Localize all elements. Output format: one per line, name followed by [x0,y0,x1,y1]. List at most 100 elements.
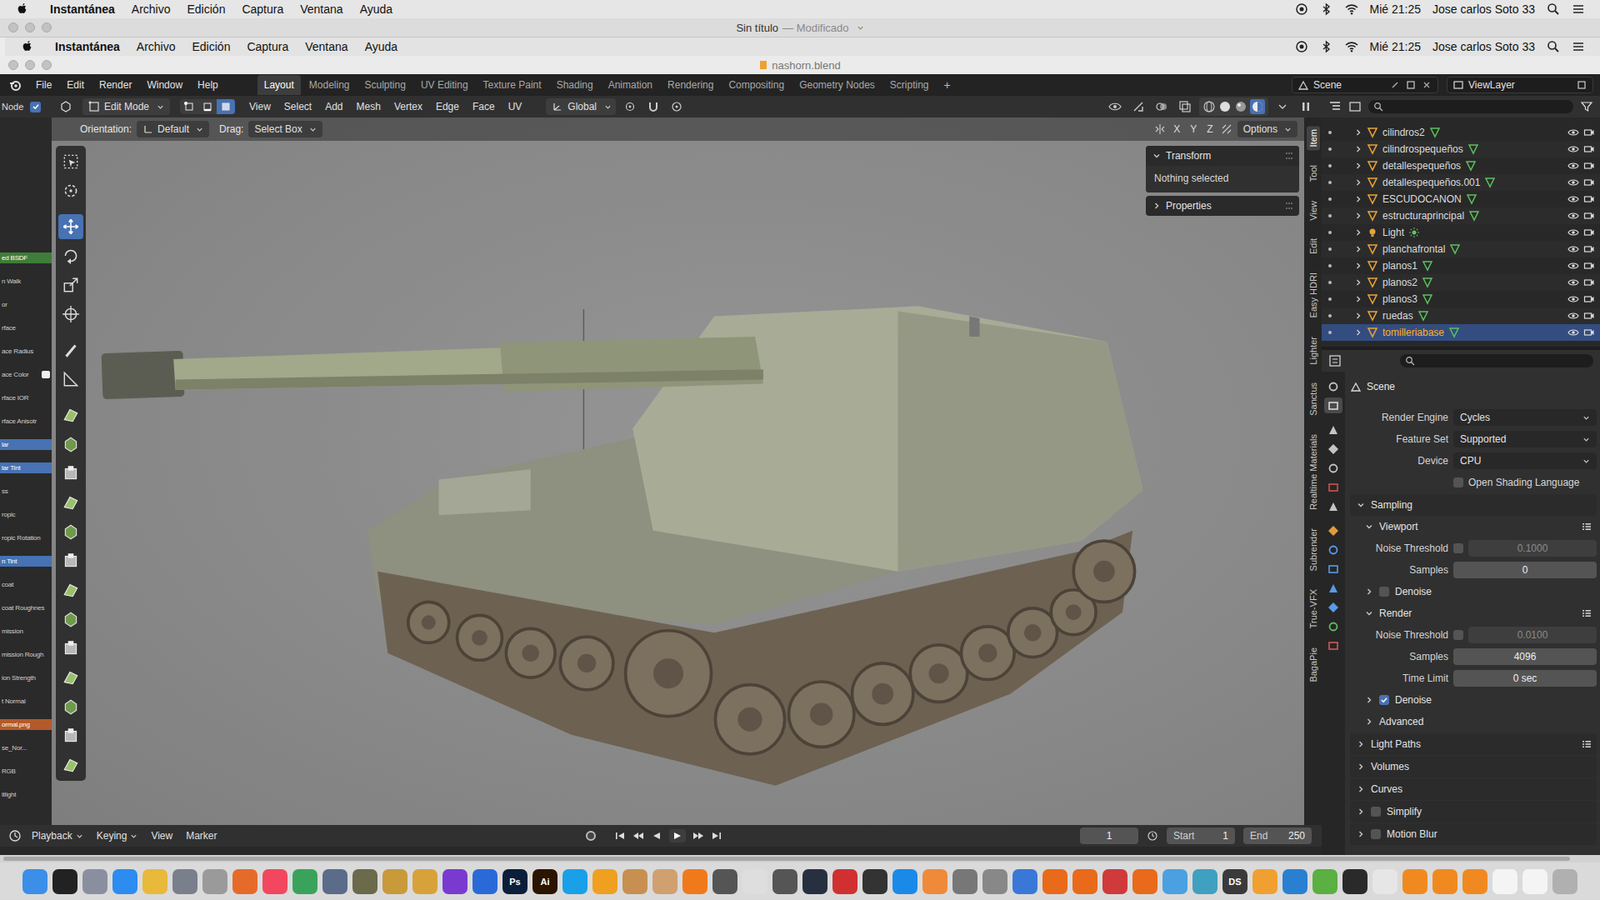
dock-app-icon[interactable] [982,869,1008,895]
mesh-data-icon[interactable] [1421,293,1434,305]
dock-app-icon[interactable] [1042,869,1068,895]
panel-header[interactable]: Render [1350,602,1597,625]
node-socket-label[interactable]: ace Radius [0,345,52,357]
dock-app-icon[interactable] [382,869,408,895]
eye-icon[interactable] [1567,293,1580,305]
chevron-icon[interactable] [1354,178,1363,187]
tool-button[interactable] [58,519,84,545]
panel-header[interactable]: Motion Blur [1350,823,1597,845]
menu-item[interactable]: Edición [192,40,231,54]
clock[interactable]: Mié 21:25 [1370,2,1421,16]
eye-icon[interactable] [1567,143,1580,155]
visibility-icon[interactable] [1108,100,1122,114]
end-frame-field[interactable]: End250 [1243,827,1312,845]
close-button[interactable] [8,60,19,70]
dock-app-icon[interactable] [712,869,738,895]
screenshot-scrollbar[interactable] [0,855,1600,863]
selectable-dot[interactable] [1328,214,1332,218]
apple-logo-icon[interactable] [21,40,34,54]
chevron-icon[interactable] [1354,261,1363,270]
dock-app-icon[interactable] [1132,869,1158,895]
mesh-data-icon[interactable] [1449,243,1461,255]
menu-item[interactable]: Captura [241,2,284,16]
menu-item[interactable]: Archivo [131,2,171,16]
timeline-menu[interactable]: Playback [28,830,87,842]
header-menu-item[interactable]: Add [320,100,347,113]
jump-keyframe-back-icon[interactable] [632,830,645,842]
close-button[interactable] [8,22,19,33]
orientation-dropdown[interactable]: Default [136,120,210,138]
jump-start-icon[interactable] [614,830,626,842]
screen-share-icon[interactable] [1295,40,1309,54]
chevron-icon[interactable] [1354,328,1363,337]
header-menu-item[interactable]: Face [468,100,500,113]
properties-tab[interactable] [1324,618,1343,635]
outliner-row[interactable]: planos2 [1321,274,1600,291]
dock-app-icon[interactable] [802,869,828,895]
node-socket-label[interactable]: RGB [0,765,52,777]
dock-app-icon[interactable] [142,869,168,895]
chevron-icon[interactable] [1365,522,1374,531]
mirror-icon[interactable] [1154,123,1166,135]
tool-button[interactable] [58,301,84,327]
camera-icon[interactable] [1583,260,1595,272]
workspace-tab[interactable]: Compositing [721,75,791,95]
node-editor-header[interactable]: Node [0,101,25,112]
tool-button[interactable] [58,337,84,363]
dock-app-icon[interactable] [1102,869,1128,895]
bluetooth-icon[interactable] [1320,2,1334,16]
node-socket-label[interactable]: coat [0,579,52,590]
eye-icon[interactable] [1567,176,1580,189]
node-socket-label[interactable]: or [0,299,52,310]
bluetooth-icon[interactable] [1320,40,1334,54]
outliner-row[interactable]: planos3 [1321,290,1600,308]
outliner-row[interactable]: cilindrospequeños [1321,140,1600,158]
solid-shading-icon[interactable] [1218,100,1232,114]
camera-icon[interactable] [1583,193,1595,205]
light-data-icon[interactable] [1408,226,1420,239]
select-mode-button[interactable] [180,99,199,115]
user-name[interactable]: Jose carlos Soto 33 [1432,40,1535,54]
dock-app-icon[interactable] [1492,869,1518,895]
dock-app-icon[interactable] [52,869,78,895]
chevron-icon[interactable] [1354,245,1363,254]
node-socket-label[interactable]: lar [0,439,52,450]
dock-app-icon[interactable] [622,869,648,895]
workspace-tab[interactable]: Scripting [883,75,936,95]
app-menu[interactable]: Instantánea [50,2,115,16]
mesh-data-icon[interactable] [1417,310,1430,322]
selectable-dot[interactable] [1328,297,1332,301]
node-socket-label[interactable]: ed BSDF [0,252,52,264]
workspace-tab[interactable]: Rendering [660,75,720,95]
sidebar-tab[interactable]: Realtime Materials [1306,430,1320,514]
outliner-row[interactable]: detallespequeños [1321,157,1600,175]
section-header[interactable]: Transform [1145,145,1300,166]
current-frame-field[interactable]: 1 [1080,827,1139,845]
rendered-shading-button[interactable] [1250,99,1265,115]
outliner-row[interactable]: ESCUDOCANON [1321,190,1600,208]
node-socket-label[interactable]: mission Rough [0,649,52,660]
camera-icon[interactable] [1583,276,1595,289]
mode-dropdown[interactable]: Edit Mode [82,98,170,115]
dock-app-icon[interactable] [112,869,138,895]
eye-icon[interactable] [1567,243,1580,255]
eye-icon[interactable] [1567,126,1580,139]
clock[interactable]: Mié 21:25 [1370,40,1421,54]
selectable-dot[interactable] [1328,180,1332,185]
play-button[interactable] [669,829,686,843]
timeline-menu[interactable]: Keying [93,830,142,842]
search-icon[interactable] [1546,2,1560,16]
dock-app-icon[interactable] [232,869,258,895]
sidebar-tab[interactable]: View [1306,197,1320,225]
display-mode-icon[interactable] [1348,100,1362,114]
sidebar-tab[interactable]: Lighter [1306,333,1320,369]
mesh-data-icon[interactable] [1421,276,1434,289]
chevron-icon[interactable] [1354,145,1363,154]
tool-button[interactable] [58,214,84,240]
checkbox[interactable] [1379,695,1390,705]
camera-icon[interactable] [1583,143,1595,155]
mesh-data-icon[interactable] [1467,143,1480,155]
dock-app-icon[interactable] [922,869,948,895]
panel-header[interactable]: Denoise [1350,580,1597,603]
menu-item[interactable]: Edición [187,2,226,16]
